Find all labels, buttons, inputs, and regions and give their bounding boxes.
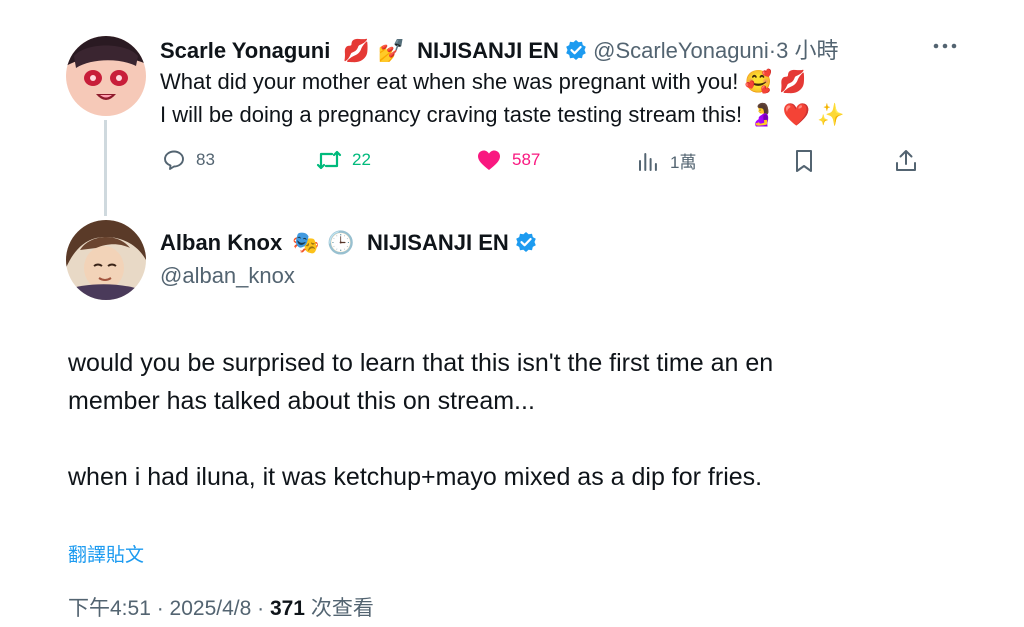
reply-paragraph-1-line-2: member has talked about this on stream..… xyxy=(68,387,535,415)
reply-paragraph-2: when i had iluna, it was ketchup+mayo mi… xyxy=(68,463,763,491)
original-line-1-emojis: 🥰 💋 xyxy=(744,70,807,95)
views-button[interactable]: 1萬 xyxy=(636,148,696,173)
scarle-avatar[interactable] xyxy=(66,36,146,116)
verified-badge-icon xyxy=(515,231,537,259)
heart-icon xyxy=(478,150,500,170)
repost-icon xyxy=(316,150,342,170)
reply-count: 83 xyxy=(196,150,215,169)
reply-tweet-text: would you be surprised to learn that thi… xyxy=(68,344,773,496)
like-button[interactable]: 587 xyxy=(476,148,540,172)
like-count: 587 xyxy=(512,150,541,169)
views-chart-icon xyxy=(639,152,657,171)
scarle-header: Scarle Yonaguni 💋 💅 NIJISANJI EN @Scarle… xyxy=(160,33,838,67)
bookmark-button[interactable] xyxy=(792,148,816,174)
reply-paragraph-1-line-1: would you be surprised to learn that thi… xyxy=(68,349,774,377)
scarle-handle[interactable]: @ScarleYonaguni xyxy=(593,38,769,63)
post-view-count: 371 xyxy=(269,597,305,620)
original-line-2: I will be doing a pregnancy craving tast… xyxy=(160,102,743,127)
alban-avatar[interactable] xyxy=(66,220,146,300)
scarle-affiliation[interactable]: NIJISANJI EN xyxy=(417,38,559,63)
post-timestamp[interactable]: 下午4:51 · 2025/4/8 · xyxy=(68,597,270,620)
original-line-1: What did your mother eat when she was pr… xyxy=(160,69,739,94)
scarle-author-name[interactable]: Scarle Yonaguni xyxy=(160,38,330,63)
alban-name-emojis: 🎭 🕒 xyxy=(292,231,355,256)
thread-connector-line xyxy=(104,120,107,216)
scarle-name-emojis: 💋 💅 xyxy=(342,39,405,64)
share-button[interactable] xyxy=(894,148,918,174)
verified-badge-icon xyxy=(565,39,587,67)
original-line-2-emojis: 🤰 ❤️ ✨ xyxy=(748,103,845,128)
alban-affiliation[interactable]: NIJISANJI EN xyxy=(367,230,509,255)
repost-button[interactable]: 22 xyxy=(316,148,371,172)
bookmark-icon xyxy=(796,150,812,172)
reply-icon xyxy=(164,150,184,170)
post-view-label: 次查看 xyxy=(305,597,374,620)
alban-author-name[interactable]: Alban Knox xyxy=(160,230,282,255)
share-icon xyxy=(896,150,916,171)
view-count: 1萬 xyxy=(670,153,697,172)
scarle-time[interactable]: 3 小時 xyxy=(776,38,838,63)
tweet-meta: 下午4:51 · 2025/4/8 · 371 次查看 xyxy=(68,592,374,622)
reply-button[interactable]: 83 xyxy=(162,148,215,172)
alban-header: Alban Knox 🎭 🕒 NIJISANJI EN xyxy=(160,230,537,259)
original-tweet-text: What did your mother eat when she was pr… xyxy=(160,66,844,132)
alban-handle[interactable]: @alban_knox xyxy=(160,263,295,289)
repost-count: 22 xyxy=(352,150,371,169)
more-options-icon[interactable] xyxy=(930,36,960,61)
translate-post-link[interactable]: 翻譯貼文 xyxy=(68,540,144,567)
